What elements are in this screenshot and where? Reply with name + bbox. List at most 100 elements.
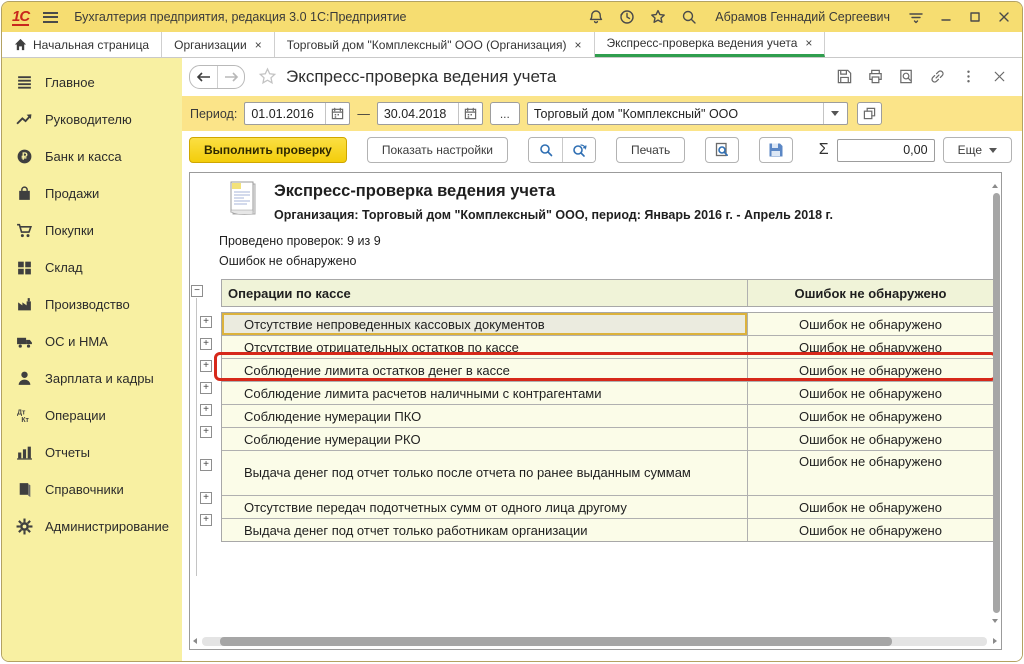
expand-row-toggle[interactable]: + (200, 426, 212, 438)
sidebar-item-reports[interactable]: Отчеты (2, 434, 182, 471)
preview-icon[interactable] (898, 68, 915, 85)
table-row-highlighted[interactable]: Соблюдение лимита остатков денег в кассе… (222, 358, 993, 381)
sidebar-item-fixed-assets[interactable]: ОС и НМА (2, 323, 182, 360)
check-status-cell[interactable]: Ошибок не обнаружено (748, 496, 993, 518)
scroll-up-icon[interactable] (992, 184, 998, 188)
period-from-input[interactable] (245, 103, 325, 124)
check-name-cell[interactable]: Соблюдение лимита расчетов наличными с к… (222, 382, 748, 404)
show-settings-button[interactable]: Показать настройки (367, 137, 508, 163)
check-name-cell[interactable]: Отсутствие передач подотчетных сумм от о… (222, 496, 748, 518)
print-icon[interactable] (867, 68, 884, 85)
sidebar-item-main[interactable]: Главное (2, 64, 182, 101)
tab-close-icon[interactable]: × (575, 38, 582, 52)
sidebar-item-purchases[interactable]: Покупки (2, 212, 182, 249)
minimize-icon[interactable] (938, 9, 954, 25)
check-status-cell[interactable]: Ошибок не обнаружено (748, 382, 993, 404)
refresh-button[interactable] (562, 138, 595, 162)
tab-close-icon[interactable]: × (255, 38, 262, 52)
history-icon[interactable] (618, 8, 636, 26)
check-name-cell[interactable]: Соблюдение нумерации ПКО (222, 405, 748, 427)
sidebar-item-operations[interactable]: ДтКт Операции (2, 397, 182, 434)
sidebar-item-production[interactable]: Производство (2, 286, 182, 323)
horizontal-scrollbar[interactable] (220, 637, 892, 646)
sidebar-item-administration[interactable]: Администрирование (2, 508, 182, 545)
main-menu-icon[interactable] (43, 12, 58, 23)
table-row[interactable]: Выдача денег под отчет только после отче… (222, 450, 993, 495)
scroll-right-icon[interactable] (993, 638, 997, 644)
period-options-button[interactable]: ... (490, 102, 520, 125)
save-icon[interactable] (836, 68, 853, 85)
check-name-cell[interactable]: Соблюдение нумерации РКО (222, 428, 748, 450)
tab-organization-card[interactable]: Торговый дом "Комплексный" ООО (Организа… (275, 32, 595, 57)
check-name-cell[interactable]: Отсутствие непроведенных кассовых докуме… (222, 313, 748, 335)
forward-button[interactable] (217, 66, 244, 88)
print-button[interactable]: Печать (616, 137, 685, 163)
more-kebab-icon[interactable] (960, 68, 977, 85)
sidebar-item-warehouse[interactable]: Склад (2, 249, 182, 286)
print-preview-button[interactable] (705, 137, 739, 163)
check-name-cell[interactable]: Отсутствие отрицательных остатков по кас… (222, 336, 748, 358)
check-name-cell[interactable]: Соблюдение лимита остатков денег в кассе (222, 359, 748, 381)
sidebar-item-bank-cash[interactable]: ₽ Банк и касса (2, 138, 182, 175)
expand-row-toggle[interactable]: + (200, 459, 212, 471)
check-status-cell[interactable]: Ошибок не обнаружено (748, 336, 993, 358)
check-status-cell[interactable]: Ошибок не обнаружено (748, 359, 993, 381)
tab-express-check[interactable]: Экспресс-проверка ведения учета × (595, 32, 826, 57)
notifications-bell-icon[interactable] (587, 8, 605, 26)
back-button[interactable] (190, 66, 217, 88)
expand-row-toggle[interactable]: + (200, 492, 212, 504)
search-icon[interactable] (680, 8, 698, 26)
expand-row-toggle[interactable]: + (200, 316, 212, 328)
table-row[interactable]: Соблюдение лимита расчетов наличными с к… (222, 381, 993, 404)
more-actions-button[interactable]: Еще (943, 137, 1012, 163)
sidebar-item-payroll-hr[interactable]: Зарплата и кадры (2, 360, 182, 397)
dropdown-caret-icon[interactable] (823, 103, 847, 124)
vertical-scrollbar[interactable] (993, 193, 1000, 613)
check-name-cell[interactable]: Выдача денег под отчет только работникам… (222, 519, 748, 541)
check-status-cell[interactable]: Ошибок не обнаружено (748, 428, 993, 450)
expand-row-toggle[interactable]: + (200, 514, 212, 526)
table-row[interactable]: Соблюдение нумерации РКО Ошибок не обнар… (222, 427, 993, 450)
table-row[interactable]: Отсутствие передач подотчетных сумм от о… (222, 495, 993, 518)
tab-close-icon[interactable]: × (805, 36, 812, 50)
sidebar-item-sales[interactable]: Продажи (2, 175, 182, 212)
maximize-icon[interactable] (967, 9, 983, 25)
run-check-button[interactable]: Выполнить проверку (189, 137, 347, 163)
scroll-left-icon[interactable] (193, 638, 197, 644)
save-report-button[interactable] (759, 137, 793, 163)
check-status-cell[interactable]: Ошибок не обнаружено (748, 405, 993, 427)
favorites-star-icon[interactable] (649, 8, 667, 26)
table-row[interactable]: Отсутствие непроведенных кассовых докуме… (222, 313, 993, 335)
expand-row-toggle[interactable]: + (200, 382, 212, 394)
sidebar-item-directories[interactable]: Справочники (2, 471, 182, 508)
favorite-star-icon[interactable] (257, 67, 278, 87)
open-organization-button[interactable] (857, 102, 882, 125)
expand-row-toggle[interactable]: + (200, 338, 212, 350)
current-user[interactable]: Абрамов Геннадий Сергеевич (715, 10, 890, 24)
group-header-cell[interactable]: Операции по кассе (222, 280, 748, 306)
expand-row-toggle[interactable]: + (200, 360, 212, 372)
scroll-down-icon[interactable] (992, 619, 998, 623)
tab-home[interactable]: Начальная страница (2, 32, 162, 57)
check-name-cell[interactable]: Выдача денег под отчет только после отче… (222, 451, 748, 495)
calendar-icon[interactable] (458, 103, 482, 124)
calendar-icon[interactable] (325, 103, 349, 124)
expand-row-toggle[interactable]: + (200, 404, 212, 416)
organization-input[interactable] (528, 103, 823, 124)
check-status-cell[interactable]: Ошибок не обнаружено (748, 313, 993, 335)
table-row[interactable]: Отсутствие отрицательных остатков по кас… (222, 335, 993, 358)
table-row[interactable]: Выдача денег под отчет только работникам… (222, 518, 993, 541)
collapse-group-toggle[interactable]: − (191, 285, 203, 297)
link-icon[interactable] (929, 68, 946, 85)
close-window-icon[interactable] (996, 9, 1012, 25)
sidebar-item-manager[interactable]: Руководителю (2, 101, 182, 138)
check-status-cell[interactable]: Ошибок не обнаружено (748, 519, 993, 541)
service-menu-icon[interactable] (907, 8, 925, 26)
period-to-input[interactable] (378, 103, 458, 124)
find-button[interactable] (529, 138, 562, 162)
close-form-icon[interactable] (991, 68, 1008, 85)
group-status-cell[interactable]: Ошибок не обнаружено (748, 280, 993, 306)
sum-input[interactable] (838, 140, 934, 161)
table-row[interactable]: Соблюдение нумерации ПКО Ошибок не обнар… (222, 404, 993, 427)
horizontal-scrollbar-track[interactable] (202, 637, 987, 646)
